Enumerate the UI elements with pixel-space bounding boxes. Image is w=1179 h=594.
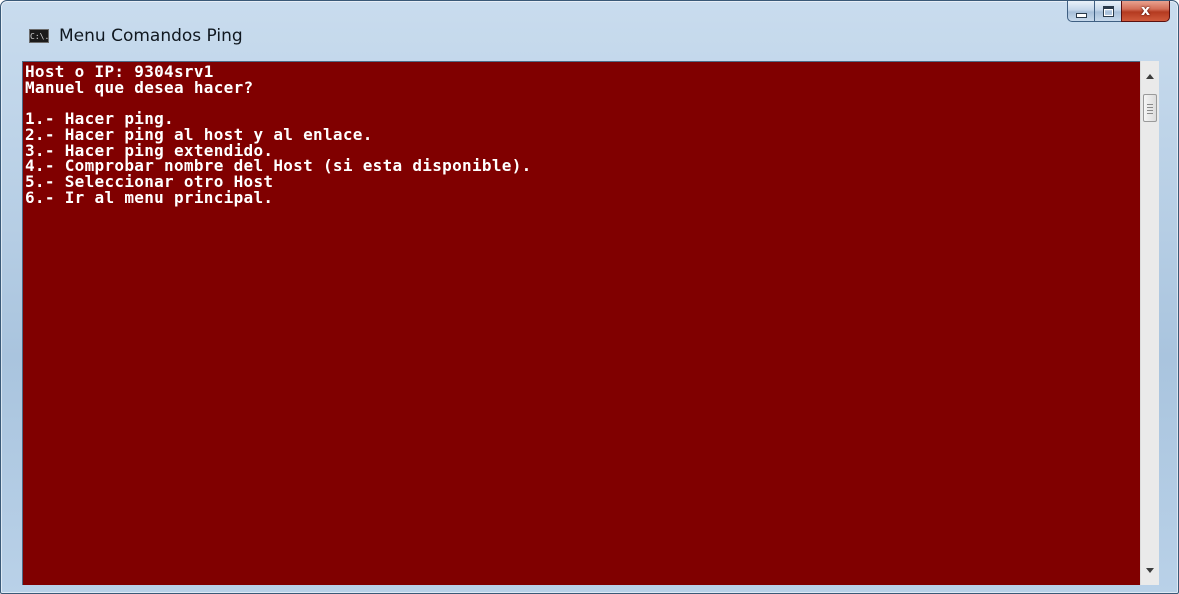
scroll-up-arrow-icon (1146, 73, 1154, 79)
thumb-grip-line (1147, 113, 1153, 114)
title-bar[interactable]: C:\. Menu Comandos Ping x (1, 1, 1178, 57)
minimize-button[interactable] (1067, 1, 1094, 22)
close-icon: x (1140, 3, 1151, 19)
console-icon[interactable]: C:\. (29, 29, 49, 43)
close-button[interactable]: x (1121, 1, 1170, 22)
console-output[interactable]: Host o IP: 9304srv1 Manuel que desea hac… (22, 61, 1140, 585)
thumb-grip-line (1147, 110, 1153, 111)
scroll-down-button[interactable] (1141, 561, 1159, 579)
scroll-down-arrow-icon (1146, 567, 1154, 573)
thumb-grip-line (1147, 107, 1153, 108)
caption-buttons: x (1067, 1, 1170, 22)
minimize-icon (1075, 12, 1087, 18)
vertical-scrollbar[interactable] (1140, 61, 1159, 585)
scroll-up-button[interactable] (1141, 67, 1159, 85)
console-window: C:\. Menu Comandos Ping x Host o IP: 930… (0, 0, 1179, 594)
console-line: 6.- Ir al menu principal. (25, 187, 274, 207)
thumb-grip-line (1147, 104, 1153, 105)
console-text: Host o IP: 9304srv1 Manuel que desea hac… (23, 62, 1140, 207)
scroll-thumb[interactable] (1143, 94, 1157, 122)
console-line: Manuel que desea hacer? (25, 77, 254, 97)
maximize-button[interactable] (1094, 1, 1121, 22)
maximize-icon (1102, 5, 1114, 17)
window-title: Menu Comandos Ping (59, 26, 243, 46)
